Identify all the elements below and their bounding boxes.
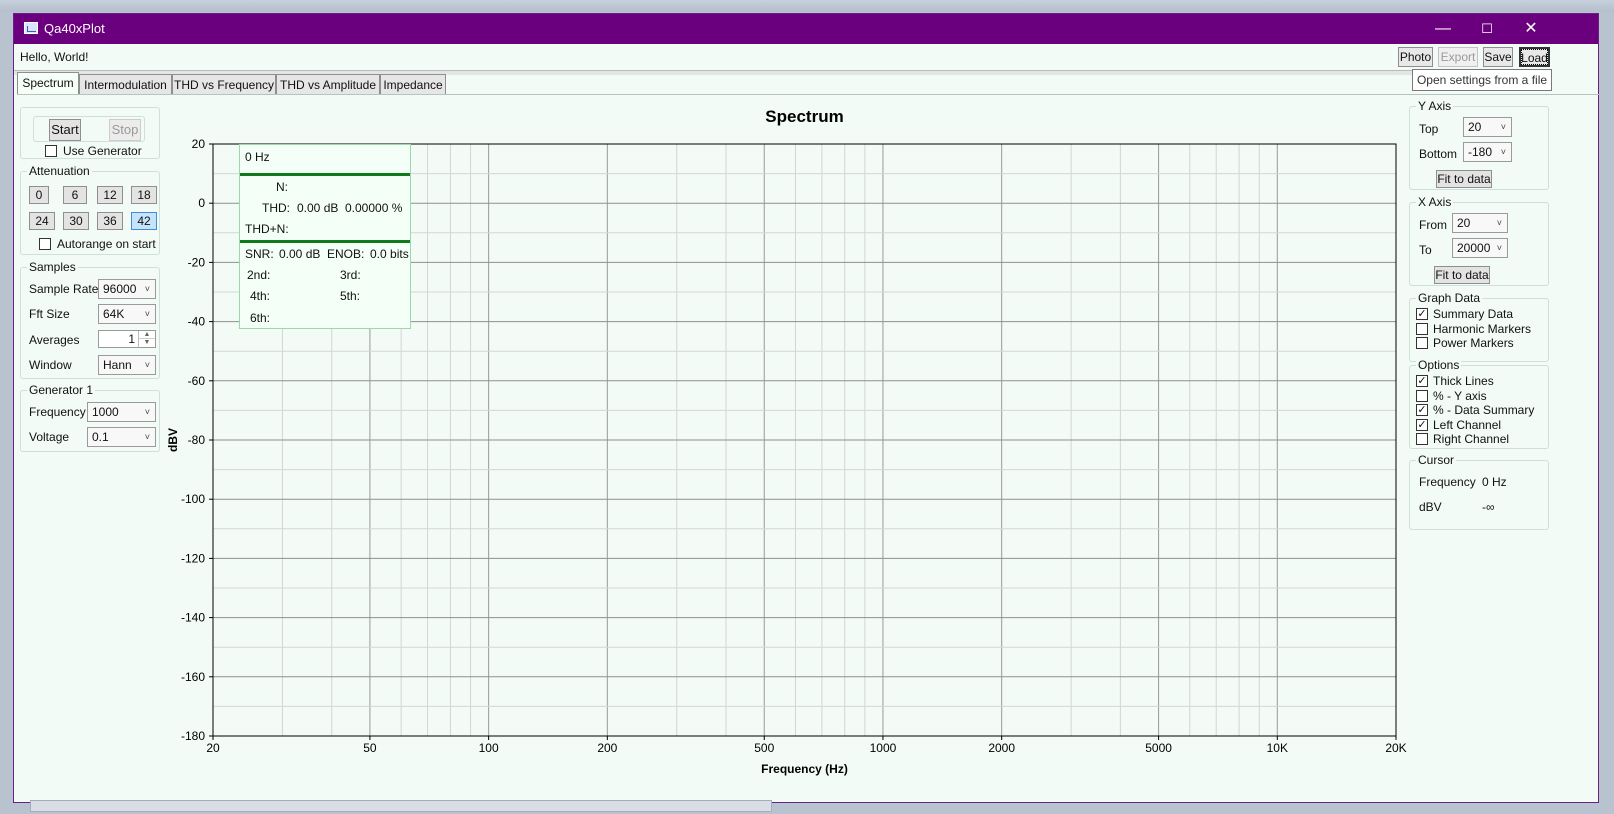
summary-n-label: N: — [276, 180, 288, 194]
summary-2nd: 2nd: — [247, 268, 271, 282]
y-tick-label: -60 — [188, 374, 206, 388]
y-tick-label: -160 — [181, 670, 205, 684]
summary-thd-label: THD: — [262, 201, 290, 215]
summary-snr-label: SNR: — [245, 247, 274, 261]
x-tick-label: 20K — [1385, 741, 1406, 755]
summary-box: 0 Hz N: THD: 0.00 dB 0.00000 % THD+N: SN… — [239, 144, 411, 329]
x-tick-label: 5000 — [1145, 741, 1172, 755]
x-tick-label: 200 — [597, 741, 617, 755]
summary-5th: 5th: — [340, 289, 361, 303]
summary-separator — [240, 173, 410, 176]
summary-separator — [240, 240, 410, 243]
summary-thdn-label: THD+N: — [245, 222, 289, 236]
taskbar-fragment — [30, 800, 772, 812]
summary-thd-pct: 0.00000 % — [345, 201, 403, 215]
y-tick-label: -140 — [181, 611, 205, 625]
summary-snr: 0.00 dB — [279, 247, 321, 261]
x-tick-label: 100 — [479, 741, 499, 755]
y-tick-label: -40 — [188, 315, 206, 329]
summary-3rd: 3rd: — [340, 268, 361, 282]
y-tick-label: -20 — [188, 255, 206, 269]
summary-4th: 4th: — [250, 289, 271, 303]
y-tick-label: -120 — [181, 551, 205, 565]
y-tick-label: -100 — [181, 492, 205, 506]
y-tick-label: -180 — [181, 729, 205, 743]
y-tick-label: -80 — [188, 433, 206, 447]
x-tick-label: 50 — [363, 741, 377, 755]
chart-title: Spectrum — [765, 107, 843, 126]
desktop-top — [0, 0, 1614, 12]
x-tick-label: 20 — [206, 741, 220, 755]
y-tick-label: 20 — [192, 137, 206, 151]
x-axis-label: Frequency (Hz) — [761, 762, 848, 776]
x-tick-label: 10K — [1267, 741, 1288, 755]
x-tick-label: 1000 — [870, 741, 897, 755]
x-tick-label: 500 — [754, 741, 774, 755]
summary-6th: 6th: — [250, 311, 271, 325]
summary-enob: 0.0 bits — [370, 247, 409, 261]
spectrum-chart[interactable]: Spectrum 20 50 100 200 500 1000 2000 5000 10K 20K… — [14, 14, 1600, 804]
y-axis-label: dBV — [166, 428, 180, 452]
y-tick-label: 0 — [198, 196, 205, 210]
summary-thd-db: 0.00 dB — [297, 201, 339, 215]
x-tick-label: 2000 — [988, 741, 1015, 755]
app-window: Qa40xPlot — ☐ ✕ Hello, World! Photo Expo… — [13, 13, 1599, 803]
summary-frequency: 0 Hz — [245, 150, 270, 164]
summary-enob-label: ENOB: — [327, 247, 365, 261]
